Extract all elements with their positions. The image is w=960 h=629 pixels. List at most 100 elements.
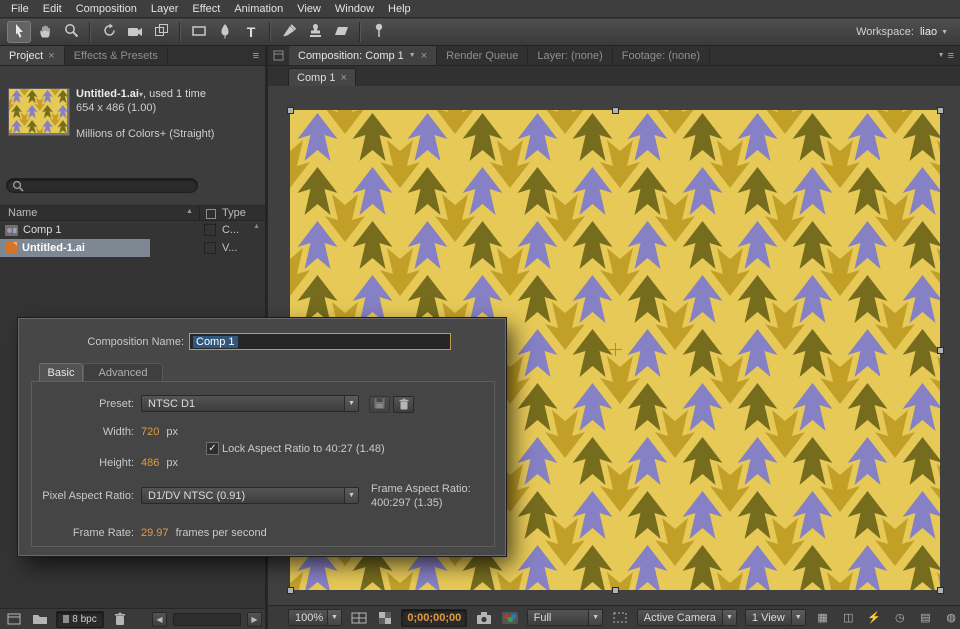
zoom-tool-button[interactable]	[59, 21, 83, 43]
label-color-swatch[interactable]	[204, 224, 216, 236]
horizontal-scrollbar-track[interactable]	[173, 613, 241, 626]
pen-tool-button[interactable]	[213, 21, 237, 43]
item-thumbnail[interactable]	[8, 88, 70, 136]
menu-view[interactable]: View	[290, 3, 328, 15]
selection-handle[interactable]	[937, 587, 944, 594]
region-of-interest-icon[interactable]	[611, 609, 629, 626]
resolution-dropdown[interactable]: Full ▼	[527, 609, 603, 626]
menu-edit[interactable]: Edit	[36, 3, 69, 15]
chevron-down-icon[interactable]: ▼	[409, 52, 416, 59]
tab-layer[interactable]: Layer: (none)	[528, 46, 612, 65]
anchor-point-crosshair[interactable]	[609, 343, 622, 356]
tab-project[interactable]: Project ×	[0, 46, 65, 65]
timeline-icon[interactable]: ◷	[891, 609, 909, 626]
new-folder-icon[interactable]	[30, 611, 50, 628]
height-value[interactable]: 486	[141, 457, 159, 469]
list-header[interactable]: Name ▲ Type	[0, 206, 265, 221]
panel-menu-button[interactable]: ▼ ≡	[932, 46, 960, 65]
menu-help[interactable]: Help	[381, 3, 418, 15]
view-layout-icon[interactable]: ◫	[839, 609, 857, 626]
tab-advanced[interactable]: Advanced	[83, 363, 163, 382]
grid-icon[interactable]: ▦	[814, 609, 832, 626]
width-value[interactable]: 720	[141, 426, 159, 438]
menu-window[interactable]: Window	[328, 3, 381, 15]
menu-layer[interactable]: Layer	[144, 3, 186, 15]
close-icon[interactable]: ×	[48, 50, 54, 62]
lock-aspect-label[interactable]: Lock Aspect Ratio to 40:27 (1.48)	[222, 443, 385, 455]
eraser-tool-button[interactable]	[329, 21, 353, 43]
workspace-select[interactable]: liao ▼	[920, 26, 948, 38]
menu-animation[interactable]: Animation	[227, 3, 290, 15]
column-divider[interactable]	[199, 206, 200, 220]
viewer-tab-comp1[interactable]: Comp 1 ×	[288, 68, 356, 87]
selection-tool-button[interactable]	[7, 21, 31, 43]
menu-file[interactable]: File	[4, 3, 36, 15]
label-column-icon[interactable]	[206, 209, 216, 219]
label-color-swatch[interactable]	[204, 242, 216, 254]
fast-preview-icon[interactable]: ⚡	[865, 609, 883, 626]
snapshot-camera-icon[interactable]	[475, 609, 493, 626]
delete-preset-button[interactable]	[393, 396, 414, 413]
save-preset-button[interactable]	[369, 396, 390, 413]
column-type[interactable]: Type	[222, 207, 246, 219]
tab-basic[interactable]: Basic	[39, 363, 83, 382]
list-item[interactable]: Untitled-1.ai V...	[0, 239, 265, 257]
trash-icon[interactable]	[110, 611, 130, 628]
item-title[interactable]: Untitled-1.ai	[76, 88, 139, 100]
close-icon[interactable]: ×	[421, 50, 427, 62]
rotate-tool-button[interactable]	[97, 21, 121, 43]
pan-behind-tool-button[interactable]	[149, 21, 173, 43]
flowchart-icon[interactable]: ▤	[917, 609, 935, 626]
sort-ascending-icon[interactable]: ▲	[186, 208, 193, 215]
scroll-right-button[interactable]: ▶	[247, 612, 262, 627]
selection-handle[interactable]	[937, 107, 944, 114]
tab-footage[interactable]: Footage: (none)	[613, 46, 710, 65]
preset-dropdown[interactable]: NTSC D1 ▼	[141, 395, 359, 412]
tab-effects-presets[interactable]: Effects & Presets	[65, 46, 168, 65]
puppet-pin-tool-button[interactable]	[367, 21, 391, 43]
rectangle-tool-button[interactable]	[187, 21, 211, 43]
channels-icon[interactable]	[501, 609, 519, 626]
hand-tool-button[interactable]	[33, 21, 57, 43]
menu-composition[interactable]: Composition	[69, 3, 144, 15]
camera-tool-button[interactable]	[123, 21, 147, 43]
brush-icon	[282, 23, 297, 41]
panel-menu-button[interactable]: ≡	[247, 46, 265, 65]
close-icon[interactable]: ×	[341, 72, 347, 84]
search-icon	[12, 180, 24, 192]
list-item[interactable]: Comp 1 C...	[0, 221, 265, 239]
tab-render-queue[interactable]: Render Queue	[437, 46, 528, 65]
scroll-left-button[interactable]: ◀	[152, 612, 167, 627]
frame-rate-value[interactable]: 29.97	[141, 527, 169, 539]
bit-depth-button[interactable]: 8 bpc	[56, 611, 104, 628]
view-layout-dropdown[interactable]: 1 View ▼	[745, 609, 806, 626]
type-tool-button[interactable]: T	[239, 21, 263, 43]
panel-icon[interactable]	[4, 611, 24, 628]
selection-handle[interactable]	[612, 107, 619, 114]
composition-name-input[interactable]: Comp 1	[189, 333, 451, 350]
clone-stamp-tool-button[interactable]	[303, 21, 327, 43]
menu-effect[interactable]: Effect	[185, 3, 227, 15]
column-name[interactable]: Name	[0, 207, 37, 219]
scrollbar-up-icon[interactable]: ▲	[253, 223, 260, 230]
rotate-icon	[102, 23, 117, 41]
safe-areas-icon[interactable]	[350, 609, 368, 626]
transparency-grid-icon[interactable]	[376, 609, 394, 626]
pixel-aspect-ratio-dropdown[interactable]: D1/DV NTSC (0.91) ▼	[141, 487, 359, 504]
magnification-dropdown[interactable]: 100% ▼	[288, 609, 342, 626]
item-name[interactable]: Comp 1	[23, 224, 62, 236]
selection-handle[interactable]	[937, 347, 944, 354]
tab-composition[interactable]: Composition: Comp 1 ▼ ×	[289, 46, 437, 65]
selection-handle[interactable]	[612, 587, 619, 594]
exposure-icon[interactable]: ◍	[942, 609, 960, 626]
lock-aspect-checkbox[interactable]: ✓	[206, 442, 219, 455]
hand-icon	[37, 23, 53, 42]
viewer-tabbar: Comp 1 ×	[268, 66, 960, 87]
brush-tool-button[interactable]	[277, 21, 301, 43]
camera-view-dropdown[interactable]: Active Camera ▼	[637, 609, 737, 626]
item-name[interactable]: Untitled-1.ai	[22, 242, 85, 254]
timecode-field[interactable]: 0;00;00;00	[401, 609, 467, 627]
selection-handle[interactable]	[287, 587, 294, 594]
search-input[interactable]	[6, 178, 198, 193]
selection-handle[interactable]	[287, 107, 294, 114]
